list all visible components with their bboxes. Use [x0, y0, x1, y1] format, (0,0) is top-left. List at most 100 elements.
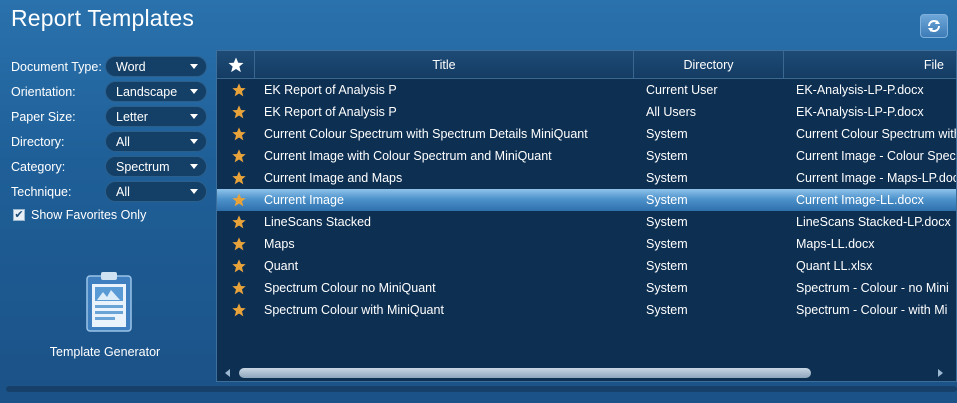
cell-title: Maps	[264, 237, 295, 251]
refresh-button[interactable]	[920, 14, 948, 38]
filter-label: Document Type:	[11, 59, 102, 74]
table-row[interactable]: Maps System Maps-LL.docx	[217, 233, 956, 255]
dropdown-arrow-icon	[190, 64, 198, 69]
scroll-left-arrow-icon[interactable]	[225, 369, 230, 377]
filter-label: Orientation:	[11, 84, 76, 99]
table-row[interactable]: Spectrum Colour with MiniQuant System Spec…	[217, 299, 956, 321]
table-row[interactable]: Current Image System Current Image-LL.docx	[217, 189, 956, 211]
templates-table: Title Directory File EK Report of Analys…	[216, 50, 957, 382]
dropdown-arrow-icon	[190, 164, 198, 169]
filter-dropdown[interactable]: All	[105, 131, 207, 152]
cell-directory: System	[646, 171, 688, 185]
star-icon[interactable]	[231, 236, 247, 252]
cell-directory: System	[646, 149, 688, 163]
cell-file: Quant LL.xlsx	[796, 259, 873, 273]
filter-value: Landscape	[116, 84, 178, 99]
bottom-divider	[6, 386, 957, 392]
column-header-title[interactable]: Title	[255, 51, 634, 79]
column-header-directory[interactable]: Directory	[634, 51, 784, 79]
star-icon[interactable]	[231, 170, 247, 186]
filter-row: Directory: All	[11, 129, 207, 154]
filter-dropdown[interactable]: Word	[105, 56, 207, 77]
scrollbar-thumb[interactable]	[239, 368, 811, 378]
column-header-file[interactable]: File	[784, 51, 956, 79]
star-icon[interactable]	[231, 302, 247, 318]
template-generator-label: Template Generator	[49, 345, 161, 359]
cell-directory: System	[646, 127, 688, 141]
cell-directory: System	[646, 237, 688, 251]
filter-dropdown[interactable]: All	[105, 181, 207, 202]
cell-title: Current Colour Spectrum with Spectrum De…	[264, 127, 588, 141]
cell-directory: All Users	[646, 105, 697, 119]
favorites-label: Show Favorites Only	[31, 208, 147, 222]
filter-label: Directory:	[11, 134, 65, 149]
cell-title: Current Image and Maps	[264, 171, 403, 185]
table-row[interactable]: LineScans Stacked System LineScans Stacked…	[217, 211, 956, 233]
filter-dropdown[interactable]: Letter	[105, 106, 207, 127]
star-icon[interactable]	[231, 82, 247, 98]
table-header: Title Directory File	[217, 51, 956, 79]
cell-directory: System	[646, 281, 688, 295]
star-icon[interactable]	[231, 104, 247, 120]
favorites-checkbox[interactable]: ✔	[13, 209, 25, 221]
cell-directory: System	[646, 215, 688, 229]
filter-row: Orientation: Landscape	[11, 79, 207, 104]
table-row[interactable]: EK Report of Analysis P All Users EK-Analy…	[217, 101, 956, 123]
cell-file: Spectrum - Colour - with Mi	[796, 303, 948, 317]
cell-title: LineScans Stacked	[264, 215, 372, 229]
cell-file: Maps-LL.docx	[796, 237, 875, 251]
filter-row: Category: Spectrum	[11, 154, 207, 179]
cell-file: Current Image-LL.docx	[796, 193, 924, 207]
favorite-column-header[interactable]	[217, 51, 255, 79]
table-row[interactable]: Current Image with Colour Spectrum and M…	[217, 145, 956, 167]
cell-title: Quant	[264, 259, 299, 273]
table-row[interactable]: Current Colour Spectrum with Spectrum De…	[217, 123, 956, 145]
cell-title: EK Report of Analysis P	[264, 105, 397, 119]
filter-dropdown[interactable]: Spectrum	[105, 156, 207, 177]
dropdown-arrow-icon	[190, 89, 198, 94]
filter-value: Word	[116, 59, 146, 74]
filter-value: All	[116, 184, 130, 199]
table-row[interactable]: Quant System Quant LL.xlsx	[217, 255, 956, 277]
cell-file: EK-Analysis-LP-P.docx	[796, 83, 924, 97]
star-icon[interactable]	[231, 214, 247, 230]
filter-value: All	[116, 134, 130, 149]
star-icon[interactable]	[231, 280, 247, 296]
dropdown-arrow-icon	[190, 139, 198, 144]
star-icon[interactable]	[231, 192, 247, 208]
favorite-star-icon	[228, 57, 243, 73]
cell-directory: Current User	[646, 83, 718, 97]
cell-title: EK Report of Analysis P	[264, 83, 397, 97]
page-title: Report Templates	[11, 5, 195, 31]
filter-value: Letter	[116, 109, 148, 124]
filter-value: Spectrum	[116, 159, 170, 174]
filter-label: Technique:	[11, 184, 72, 199]
filter-label: Paper Size:	[11, 109, 76, 124]
table-row[interactable]: Spectrum Colour no MiniQuant System Spectr…	[217, 277, 956, 299]
scroll-right-arrow-icon[interactable]	[938, 369, 943, 377]
filter-label: Category:	[11, 159, 66, 174]
cell-file: LineScans Stacked-LP.docx	[796, 215, 951, 229]
table-row[interactable]: Current Image and Maps System Current Imag…	[217, 167, 957, 189]
star-icon[interactable]	[231, 126, 247, 142]
cell-title: Current Image with Colour Spectrum and M…	[264, 149, 552, 163]
filter-dropdown[interactable]: Landscape	[105, 81, 207, 102]
star-icon[interactable]	[231, 258, 247, 274]
dropdown-arrow-icon	[190, 189, 198, 194]
cell-file: Current Image - Colour Spec	[796, 149, 956, 163]
filter-row: Document Type: Word	[11, 54, 207, 79]
cell-directory: System	[646, 259, 688, 273]
template-generator-icon	[86, 272, 132, 332]
filter-row: Technique: All	[11, 179, 207, 204]
star-icon[interactable]	[231, 148, 247, 164]
show-favorites-toggle[interactable]: ✔ Show Favorites Only	[13, 208, 146, 222]
filter-panel: Document Type: Word Orientation: Landscape P…	[11, 54, 207, 204]
cell-directory: System	[646, 303, 688, 317]
cell-title: Current Image	[264, 193, 344, 207]
filter-row: Paper Size: Letter	[11, 104, 207, 129]
template-generator-button[interactable]: Template Generator	[50, 272, 162, 359]
horizontal-scrollbar[interactable]	[217, 363, 956, 381]
refresh-icon	[928, 20, 940, 32]
cell-file: Current Image - Maps-LP.doc	[796, 171, 957, 185]
table-row[interactable]: EK Report of Analysis P Current User EK-An…	[217, 79, 956, 101]
